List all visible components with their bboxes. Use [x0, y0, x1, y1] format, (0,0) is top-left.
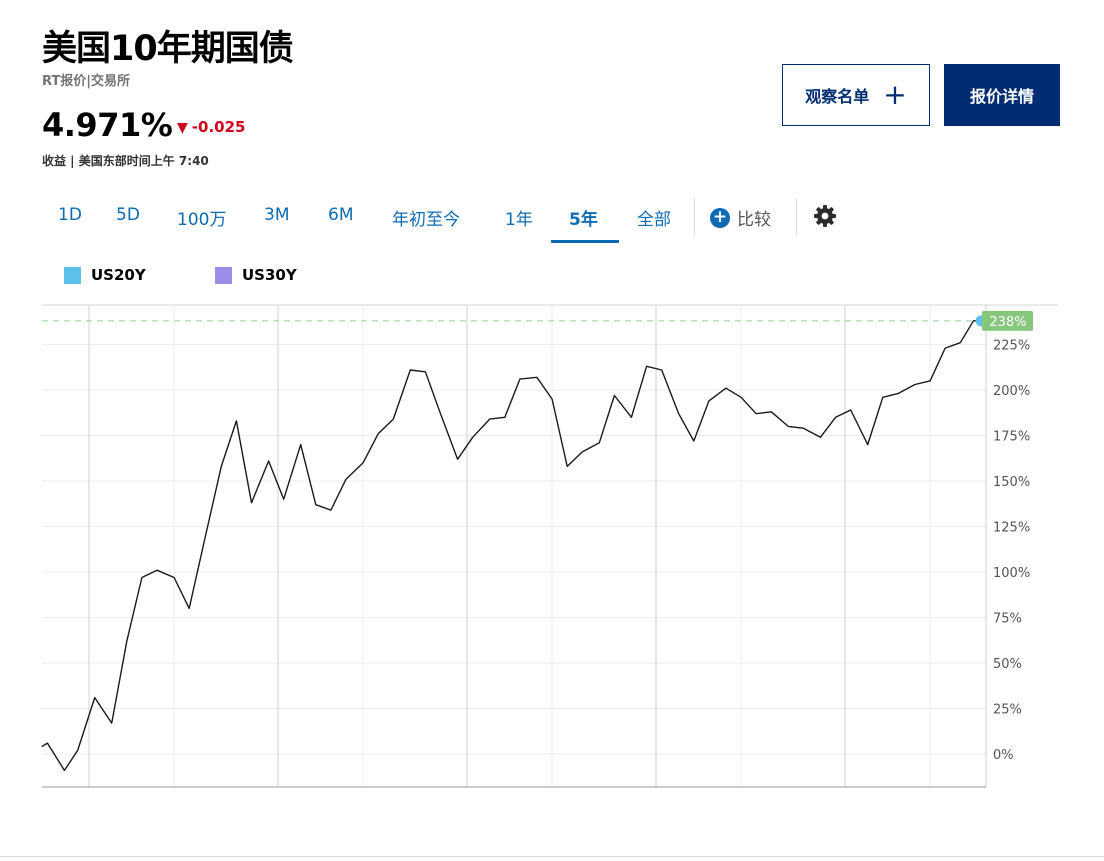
compare-label: 比较 [737, 210, 771, 230]
series-line [41, 320, 982, 772]
legend-us20y[interactable]: US20Y [64, 266, 146, 284]
legend-label: US30Y [242, 266, 297, 284]
tab-ytd[interactable]: 年初至今 [392, 205, 460, 230]
watchlist-label: 观察名单 [805, 87, 870, 106]
settings-divider [796, 198, 797, 236]
page-title: 美国10年期国债 [42, 29, 294, 69]
tab-3m[interactable]: 3M [264, 205, 289, 225]
legend-label: US20Y [91, 266, 146, 284]
legend-us30y[interactable]: US30Y [215, 266, 297, 284]
y-tick-label: 150% [993, 475, 1030, 490]
gear-icon[interactable] [813, 204, 837, 228]
tab-all[interactable]: 全部 [637, 205, 671, 230]
tab-5y[interactable]: 5年 [569, 205, 598, 230]
active-tab-indicator [551, 240, 619, 243]
bottom-divider [0, 856, 1104, 857]
down-arrow-icon: ▼ [177, 120, 188, 136]
add-circle-icon: + [710, 207, 730, 228]
y-tick-label: 200% [993, 384, 1030, 399]
legend-swatch [215, 266, 232, 284]
tab-1m[interactable]: 100万 [177, 205, 226, 230]
quote-timestamp: 收益 | 美国东部时间上午 7:40 [42, 154, 209, 168]
quote-details-button[interactable]: 报价详情 [944, 64, 1060, 126]
quote-details-label: 报价详情 [969, 87, 1034, 106]
current-yield: 4.971% [42, 106, 173, 144]
y-tick-label: 0% [993, 748, 1014, 763]
plus-icon: + [883, 78, 907, 111]
tabs-divider [694, 198, 695, 236]
add-to-watchlist-button[interactable]: 观察名单 + [782, 64, 930, 126]
exchange-subtitle: RT报价|交易所 [42, 74, 131, 89]
tab-1y[interactable]: 1年 [505, 205, 533, 230]
yield-chart[interactable]: 0%25%50%75%100%125%150%175%200%225%2022J… [0, 295, 1104, 795]
y-tick-label: 225% [993, 339, 1030, 354]
tab-5d[interactable]: 5D [116, 205, 140, 225]
compare-button[interactable]: + 比较 [710, 205, 771, 230]
y-tick-label: 25% [993, 703, 1022, 718]
y-tick-label: 50% [993, 657, 1022, 672]
tab-1d[interactable]: 1D [58, 205, 82, 225]
y-tick-label: 125% [993, 521, 1030, 536]
y-tick-label: 75% [993, 612, 1022, 627]
change-value: -0.025 [191, 118, 246, 136]
y-tick-label: 100% [993, 566, 1030, 581]
tab-6m[interactable]: 6M [328, 205, 353, 225]
y-tick-label: 175% [993, 430, 1030, 445]
legend-swatch [64, 266, 81, 284]
last-value-label: 238% [989, 315, 1026, 330]
yield-change: ▼ -0.025 [177, 118, 245, 136]
